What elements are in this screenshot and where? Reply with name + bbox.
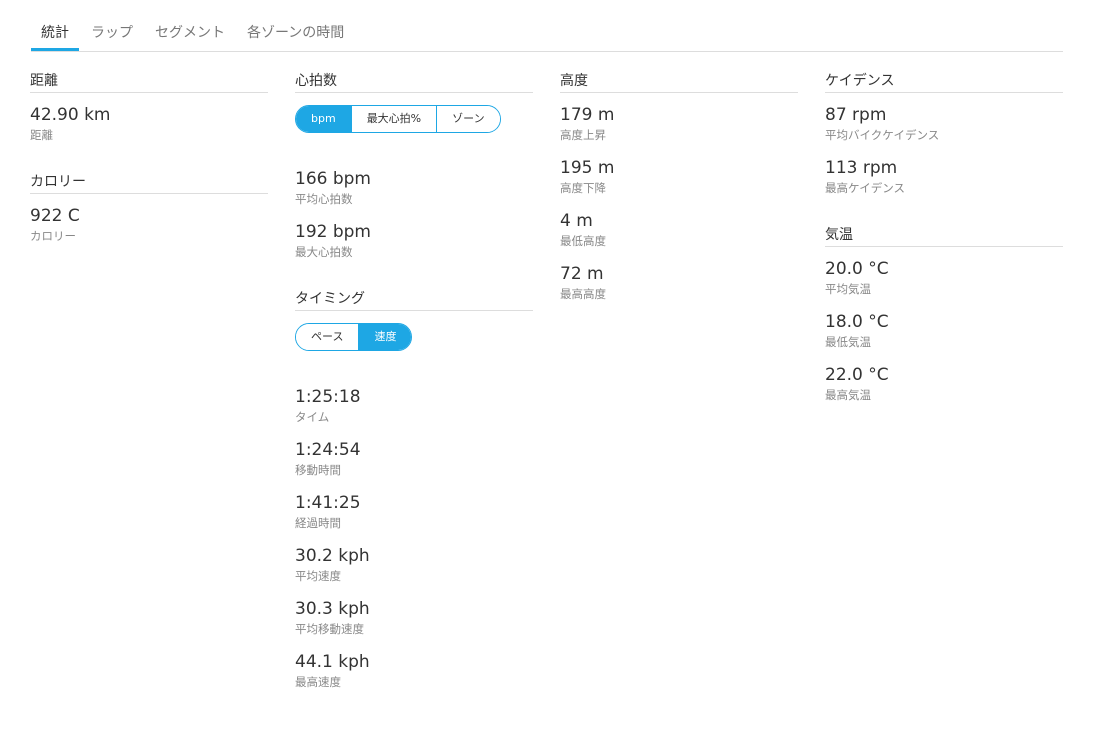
stat-label: 高度下降 (560, 181, 606, 195)
stat-value: 179 m (560, 105, 615, 125)
heart-rate-section: 心拍数 bpm 最大心拍% ゾーン 166 bpm 平均心拍数 192 bpm … (295, 72, 533, 260)
toggle-max-hr-percent-button[interactable]: 最大心拍% (351, 106, 438, 132)
stat-label: 最低気温 (825, 335, 871, 349)
stat-value: 18.0 °C (825, 312, 889, 332)
section-title: 心拍数 (295, 72, 533, 93)
section-title: ケイデンス (825, 72, 1063, 93)
stat-item: 44.1 kph 最高速度 (295, 650, 533, 690)
stat-value: 72 m (560, 264, 604, 284)
section-title: カロリー (30, 173, 268, 194)
stat-item: 166 bpm 平均心拍数 (295, 167, 533, 207)
section-title: タイミング (295, 290, 533, 311)
stat-label: 平均心拍数 (295, 192, 353, 206)
tab-stats[interactable]: 統計 (31, 17, 79, 51)
stat-label: 最高高度 (560, 287, 606, 301)
stat-item: 192 bpm 最大心拍数 (295, 220, 533, 260)
stat-item: 179 m 高度上昇 (560, 103, 798, 143)
stat-label: カロリー (30, 229, 76, 243)
column-2: 心拍数 bpm 最大心拍% ゾーン 166 bpm 平均心拍数 192 bpm … (295, 72, 533, 720)
stat-value: 4 m (560, 211, 593, 231)
column-1: 距離 42.90 km 距離 カロリー 922 C カロリー (30, 72, 268, 274)
stat-label: 最大心拍数 (295, 245, 353, 259)
stat-item: 42.90 km 距離 (30, 103, 268, 143)
stat-label: 平均移動速度 (295, 622, 364, 636)
tab-segments[interactable]: セグメント (155, 17, 225, 51)
stat-value: 30.2 kph (295, 546, 370, 566)
stat-item: 87 rpm 平均バイクケイデンス (825, 103, 1063, 143)
stat-label: 距離 (30, 128, 53, 142)
stat-value: 166 bpm (295, 169, 371, 189)
stat-value: 30.3 kph (295, 599, 370, 619)
stat-item: 1:25:18 タイム (295, 385, 533, 425)
stat-label: 高度上昇 (560, 128, 606, 142)
toggle-pace-button[interactable]: ペース (296, 324, 360, 350)
toggle-bpm-button[interactable]: bpm (296, 106, 352, 132)
stat-item: 72 m 最高高度 (560, 262, 798, 302)
stat-item: 922 C カロリー (30, 204, 268, 244)
stat-value: 1:24:54 (295, 440, 361, 460)
stat-value: 87 rpm (825, 105, 887, 125)
stat-item: 113 rpm 最高ケイデンス (825, 156, 1063, 196)
stat-label: 移動時間 (295, 463, 341, 477)
stat-value: 20.0 °C (825, 259, 889, 279)
stat-label: 最低高度 (560, 234, 606, 248)
stat-label: 経過時間 (295, 516, 341, 530)
stat-item: 20.0 °C 平均気温 (825, 257, 1063, 297)
column-3: 高度 179 m 高度上昇 195 m 高度下降 4 m 最低高度 72 m 最… (560, 72, 798, 332)
stat-label: 平均気温 (825, 282, 871, 296)
stat-value: 195 m (560, 158, 615, 178)
stat-label: 最高気温 (825, 388, 871, 402)
stat-item: 22.0 °C 最高気温 (825, 363, 1063, 403)
stat-value: 113 rpm (825, 158, 898, 178)
stat-value: 192 bpm (295, 222, 371, 242)
distance-section: 距離 42.90 km 距離 (30, 72, 268, 143)
stat-value: 1:25:18 (295, 387, 361, 407)
timing-unit-toggle: ペース 速度 (295, 323, 413, 351)
section-title: 高度 (560, 72, 798, 93)
stat-value: 1:41:25 (295, 493, 361, 513)
stat-label: 平均速度 (295, 569, 341, 583)
tab-time-in-zones[interactable]: 各ゾーンの時間 (247, 17, 344, 51)
toggle-speed-button[interactable]: 速度 (359, 324, 412, 350)
stat-item: 1:41:25 経過時間 (295, 491, 533, 531)
stat-label: 平均バイクケイデンス (825, 128, 940, 142)
activity-stats-page: 統計 ラップ セグメント 各ゾーンの時間 距離 42.90 km 距離 カロリー… (0, 0, 1110, 740)
stat-label: タイム (295, 410, 330, 424)
stat-value: 22.0 °C (825, 365, 889, 385)
toggle-zone-button[interactable]: ゾーン (437, 106, 500, 132)
heart-rate-unit-toggle: bpm 最大心拍% ゾーン (295, 105, 501, 133)
cadence-section: ケイデンス 87 rpm 平均バイクケイデンス 113 rpm 最高ケイデンス (825, 72, 1063, 196)
elevation-section: 高度 179 m 高度上昇 195 m 高度下降 4 m 最低高度 72 m 最… (560, 72, 798, 302)
stat-item: 30.3 kph 平均移動速度 (295, 597, 533, 637)
section-title: 気温 (825, 226, 1063, 247)
stat-item: 1:24:54 移動時間 (295, 438, 533, 478)
stat-item: 30.2 kph 平均速度 (295, 544, 533, 584)
temperature-section: 気温 20.0 °C 平均気温 18.0 °C 最低気温 22.0 °C 最高気… (825, 226, 1063, 403)
tab-bar: 統計 ラップ セグメント 各ゾーンの時間 (31, 18, 1063, 52)
calories-section: カロリー 922 C カロリー (30, 173, 268, 244)
stat-value: 922 C (30, 206, 80, 226)
section-title: 距離 (30, 72, 268, 93)
timing-section: タイミング ペース 速度 1:25:18 タイム 1:24:54 移動時間 1:… (295, 290, 533, 690)
stat-item: 195 m 高度下降 (560, 156, 798, 196)
tab-laps[interactable]: ラップ (91, 17, 133, 51)
stat-value: 44.1 kph (295, 652, 370, 672)
stat-item: 4 m 最低高度 (560, 209, 798, 249)
stat-label: 最高ケイデンス (825, 181, 906, 195)
stat-item: 18.0 °C 最低気温 (825, 310, 1063, 350)
stat-value: 42.90 km (30, 105, 111, 125)
stat-label: 最高速度 (295, 675, 341, 689)
column-4: ケイデンス 87 rpm 平均バイクケイデンス 113 rpm 最高ケイデンス … (825, 72, 1063, 433)
